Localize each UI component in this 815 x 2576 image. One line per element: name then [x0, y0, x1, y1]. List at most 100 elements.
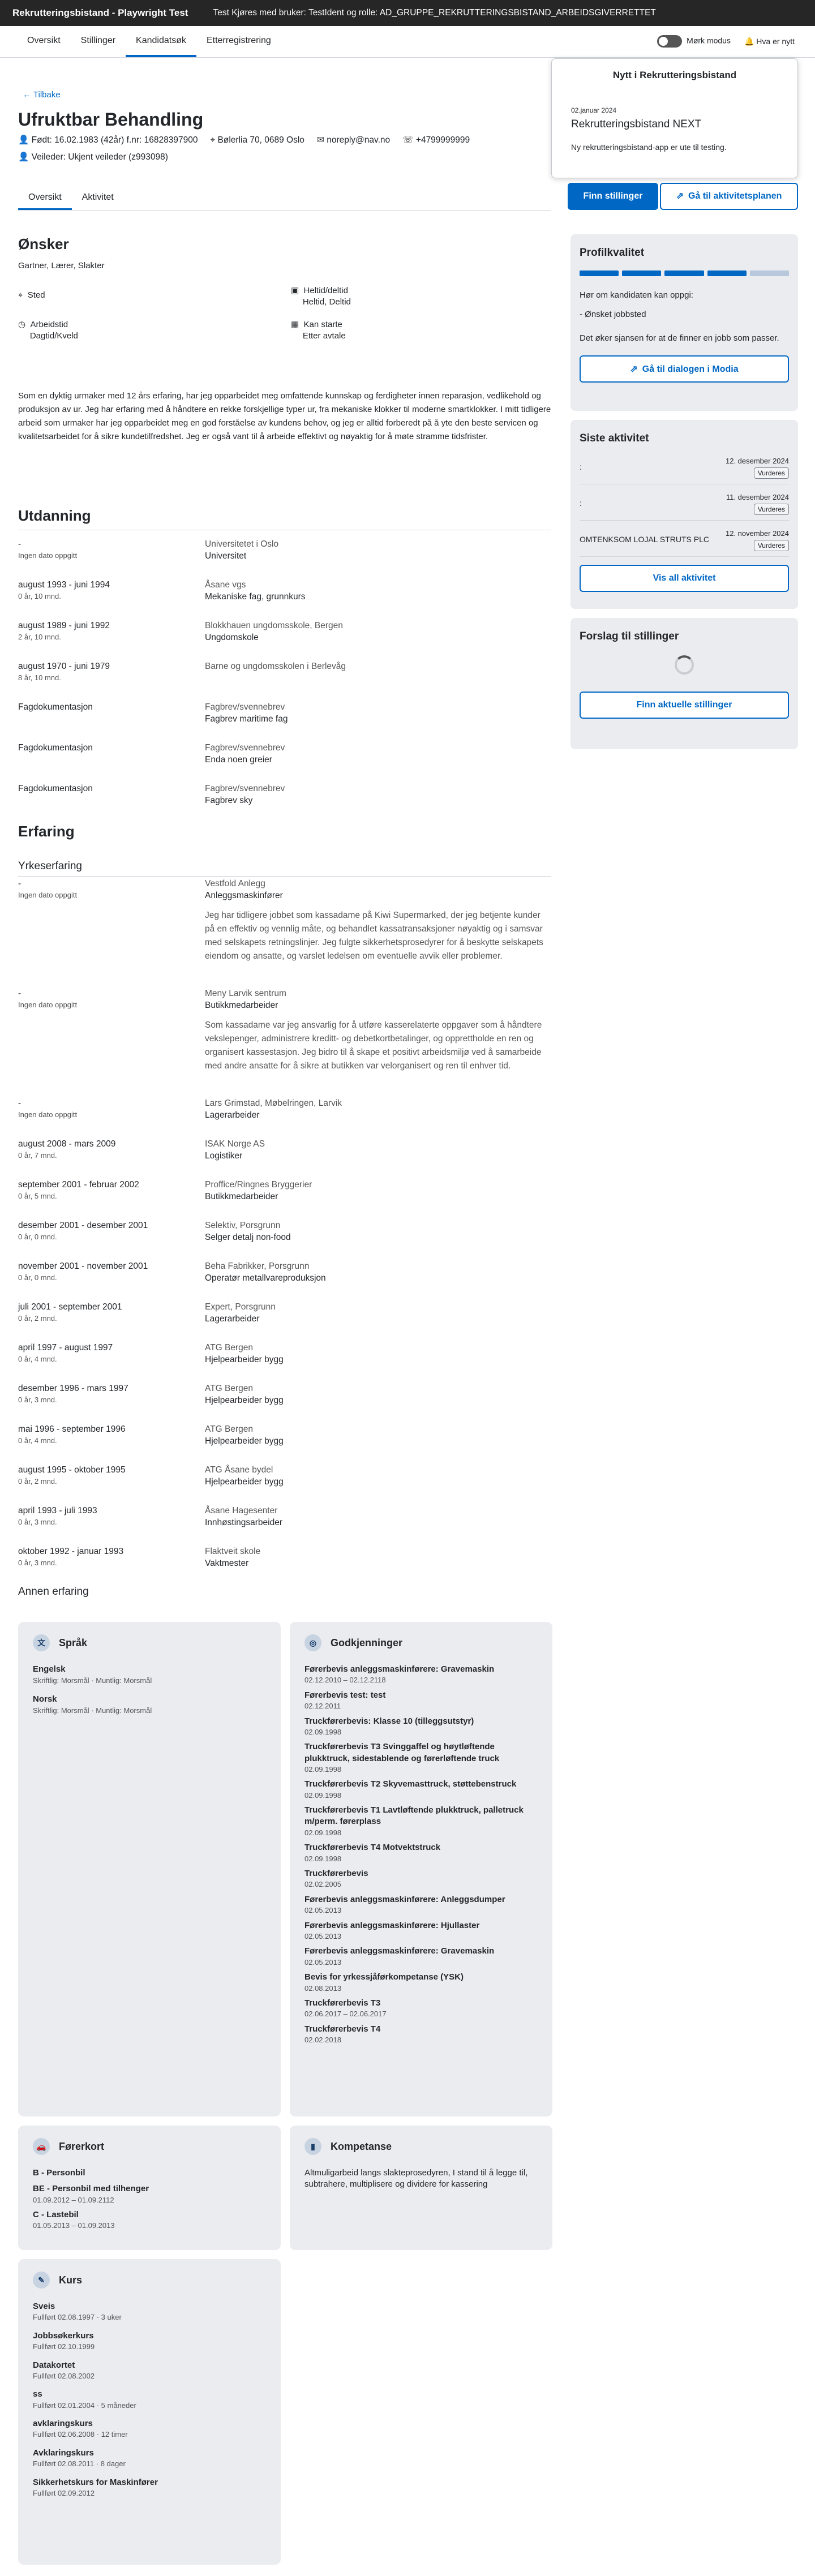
- course-meta: Fullført 02.09.2012: [33, 2488, 266, 2498]
- approval-name: Truckførerbevis T2 Skyvemasttruck, støtt…: [304, 1779, 517, 1789]
- experience-employer: ATG Åsane bydel: [205, 1465, 273, 1475]
- approval-item: Truckførerbevis T4 Motvektstruck 02.09.19…: [304, 1842, 538, 1864]
- course-meta: Fullført 02.08.2011 · 8 dager: [33, 2459, 266, 2469]
- course-date: Fullført 02.10.1999: [33, 2342, 95, 2351]
- activity-list: : 12. desember 2024 Vurderes: 11. desember …: [580, 456, 789, 557]
- activity-item[interactable]: : 12. desember 2024 Vurderes: [580, 456, 789, 484]
- approval-date: 02.05.2013: [304, 1931, 342, 1940]
- nav-tab-etterregistrering[interactable]: Etterregistrering: [196, 26, 281, 57]
- course-meta: Fullført 02.06.2008 · 12 timer: [33, 2429, 266, 2440]
- education-detail: Universitetet i Oslo Universitet: [205, 539, 278, 563]
- education-field: Mekaniske fag, grunnkurs: [205, 591, 306, 602]
- nav-tab-stillinger[interactable]: Stillinger: [71, 26, 126, 57]
- aktivitetsplan-label: Gå til aktivitetsplanen: [688, 191, 782, 201]
- experience-title: Lagerarbeider: [205, 1110, 260, 1120]
- email-text: noreply@nav.no: [327, 135, 391, 145]
- approval-item: Førerbevis anleggsmaskinførere: Gravemas…: [304, 1664, 538, 1685]
- toggle-switch[interactable]: [657, 35, 683, 48]
- profil-heading: Profilkvalitet: [580, 247, 645, 259]
- top-bar: Rekrutteringsbistand - Playwright Test T…: [0, 0, 815, 26]
- license-name: C - Lastebil: [33, 2210, 79, 2220]
- experience-title: Vaktmester: [205, 1558, 249, 1568]
- back-link[interactable]: ← Tilbake: [23, 89, 61, 101]
- activity-item[interactable]: OMTENKSOM LOJAL STRUTS PLC 12. november 2…: [580, 529, 789, 557]
- course-item: Jobbsøkerkurs Fullført 02.10.1999: [33, 2330, 266, 2352]
- dark-mode-toggle[interactable]: Mørk modus: [657, 35, 731, 48]
- approval-date: 02.09.1998: [304, 1764, 342, 1774]
- education-field: Fagbrev sky: [205, 795, 253, 805]
- vis-all-aktivitet-button[interactable]: Vis all aktivitet: [580, 564, 789, 592]
- tab-aktivitet[interactable]: Aktivitet: [72, 187, 124, 210]
- course-duration: · 8 dager: [94, 2459, 126, 2468]
- approval-item: Førerbevis anleggsmaskinførere: Anleggsd…: [304, 1894, 538, 1916]
- activity-title: OMTENKSOM LOJAL STRUTS PLC: [580, 534, 709, 544]
- address-text: Bølerlia 70, 0689 Oslo: [217, 135, 304, 145]
- modia-button[interactable]: ⇗ Gå til dialogen i Modia: [580, 355, 789, 383]
- experience-employer: Expert, Porsgrunn: [205, 1302, 276, 1312]
- approval-item: Truckførerbevis T3 02.06.2017 – 02.06.201…: [304, 1998, 538, 2019]
- experience-duration: 0 år, 3 mnd.: [18, 1558, 57, 1567]
- forslag-card: Forslag til stillinger Finn aktuelle sti…: [570, 618, 798, 749]
- onsker-heading: Ønsker: [18, 235, 69, 252]
- status-badge: Vurderes: [753, 467, 789, 479]
- activity-date: 11. desember 2024: [726, 492, 789, 501]
- onsker-jobs: Gartner, Lærer, Slakter: [18, 261, 105, 271]
- finn-stillinger-button[interactable]: Finn stillinger: [568, 183, 658, 210]
- tab-oversikt[interactable]: Oversikt: [18, 187, 72, 210]
- nav-tab-kandidatsok[interactable]: Kandidatsøk: [126, 26, 196, 57]
- education-period: -: [18, 539, 22, 549]
- experience-detail: Lars Grimstad, Møbelringen, Larvik Lagera…: [205, 1098, 551, 1122]
- briefcase-icon: ▣: [291, 286, 299, 295]
- approval-item: Førerbevis test: test 02.12.2011: [304, 1690, 538, 1711]
- education-period: Fagdokumentasjon: [18, 743, 93, 753]
- experience-duration: 0 år, 2 mnd.: [18, 1313, 57, 1323]
- course-name: Sikkerhetskurs for Maskinfører: [33, 2477, 158, 2487]
- activity-item[interactable]: : 11. desember 2024 Vurderes: [580, 492, 789, 521]
- godkjenninger-list: Førerbevis anleggsmaskinførere: Gravemas…: [304, 1664, 538, 2045]
- person-icon: 👤: [18, 152, 29, 162]
- calendar-icon: ▦: [291, 320, 299, 329]
- candidate-tabs: Oversikt Aktivitet: [18, 187, 551, 211]
- loading-spinner: [580, 655, 789, 675]
- language-written: Skriftlig: Morsmål ·: [33, 1706, 96, 1715]
- location-icon: ⌖: [18, 290, 23, 300]
- experience-duration: 0 år, 3 mnd.: [18, 1517, 57, 1526]
- course-name: Datakortet: [33, 2360, 75, 2370]
- course-meta: Fullført 02.08.1997 · 3 uker: [33, 2312, 266, 2322]
- education-school: Fagbrev/svennebrev: [205, 702, 285, 712]
- activity-status: Vurderes: [753, 467, 789, 479]
- news-date: 02.januar 2024: [571, 106, 617, 114]
- education-date: august 1993 - juni 1994 0 år, 10 mnd.: [18, 579, 110, 601]
- experience-date: oktober 1992 - januar 1993 0 år, 3 mnd.: [18, 1546, 123, 1568]
- approval-item: Truckførerbevis T1 Lavtløftende plukktru…: [304, 1805, 538, 1837]
- experience-period: juli 2001 - september 2001: [18, 1302, 122, 1312]
- education-duration: 0 år, 10 mnd.: [18, 591, 61, 600]
- experience-title: Innhøstingsarbeider: [205, 1517, 282, 1527]
- experience-title: Hjelpearbeider bygg: [205, 1476, 284, 1487]
- experience-date: april 1997 - august 1997 0 år, 4 mnd.: [18, 1342, 113, 1364]
- experience-detail: Vestfold Anlegg Anleggsmaskinfører Jeg har…: [205, 878, 551, 963]
- experience-employer: ATG Bergen: [205, 1424, 254, 1434]
- approval-item: Truckførerbevis T3 Svinggaffel og høytlø…: [304, 1741, 538, 1774]
- finn-aktuelle-stillinger-button[interactable]: Finn aktuelle stillinger: [580, 691, 789, 719]
- forslag-heading: Forslag til stillinger: [580, 630, 679, 642]
- experience-title: Butikkmedarbeider: [205, 1191, 278, 1201]
- experience-date: - Ingen dato oppgitt: [18, 988, 77, 1010]
- experience-detail: Meny Larvik sentrum Butikkmedarbeider Som …: [205, 988, 551, 1073]
- news-heading: Nytt i Rekrutteringsbistand: [612, 70, 737, 80]
- kurs-heading: Kurs: [59, 2274, 83, 2286]
- experience-duration: 0 år, 0 mnd.: [18, 1273, 57, 1282]
- heltid-label: Heltid/deltid: [303, 286, 348, 295]
- aktivitetsplan-button[interactable]: ⇗ Gå til aktivitetsplanen: [660, 183, 798, 210]
- approval-name: Førerbevis anleggsmaskinførere: Gravemas…: [304, 1664, 495, 1674]
- language-item: Engelsk Skriftlig: Morsmål · Muntlig: Mor…: [33, 1664, 266, 1687]
- main-nav: Oversikt Stillinger Kandidatsøk Etterreg…: [0, 26, 815, 58]
- course-duration: · 5 måneder: [95, 2401, 136, 2410]
- experience-detail: ISAK Norge AS Logistiker: [205, 1139, 551, 1162]
- summary-text: Som en dyktig urmaker med 12 års erfarin…: [18, 391, 551, 441]
- activity-date: 12. desember 2024: [725, 456, 789, 465]
- whats-new-button[interactable]: 🔔 Hva er nytt: [744, 36, 795, 47]
- nav-tab-oversikt[interactable]: Oversikt: [17, 26, 71, 57]
- approval-name: Truckførerbevis: [304, 1869, 368, 1879]
- experience-date: november 2001 - november 2001 0 år, 0 mnd…: [18, 1261, 148, 1282]
